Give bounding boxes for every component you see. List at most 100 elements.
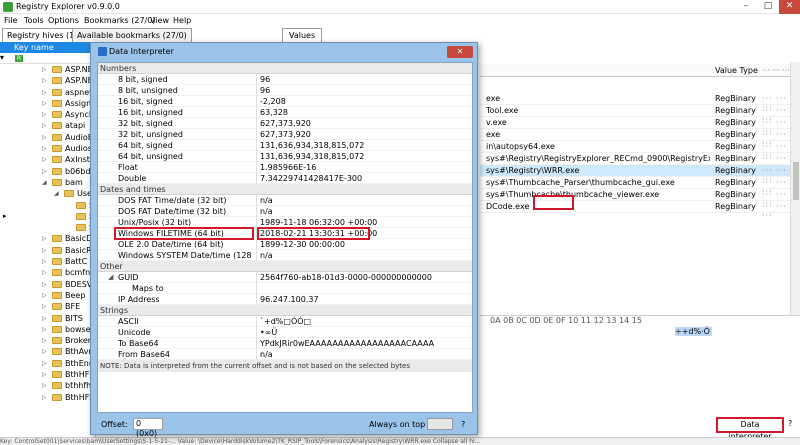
interpreter-row[interactable]: IP Address 96.247.100.37 (98, 294, 472, 305)
grid-scrollbar[interactable] (790, 62, 800, 315)
grid-row[interactable]: exe RegBinary ··· ··· ··· (480, 129, 800, 148)
tree-node[interactable]: ▷ Assigne (0, 98, 95, 109)
menu-tools[interactable]: Tools (24, 16, 44, 25)
interpreter-row[interactable]: OLE 2.0 Date/time (64 bit) 1899-12-30 00:… (98, 239, 472, 250)
section-dates[interactable]: Dates and times (98, 184, 472, 195)
expand-arrow-icon[interactable]: ▷ (42, 245, 47, 256)
tree-node[interactable]: ▷ BrokerI (0, 335, 95, 346)
tree-node[interactable]: ▷ BasicDis (0, 233, 95, 244)
interpreter-row[interactable]: 64 bit, signed 131,636,934,318,815,072 (98, 140, 472, 151)
dialog-title-bar[interactable]: Data Interpreter (97, 47, 174, 56)
grid-row[interactable]: sys#\Thumbcache\thumbcache_viewer.exe Reg… (480, 189, 800, 208)
expand-arrow-icon[interactable]: ▷ (42, 233, 47, 244)
expand-arrow-icon[interactable]: ◢ (108, 272, 113, 283)
interpreter-row[interactable]: DOS FAT Time/date (32 bit) n/a (98, 195, 472, 206)
tree-node[interactable]: ▷ BthAvrc (0, 346, 95, 357)
expand-arrow-icon[interactable]: ◢ (42, 177, 47, 188)
tree-node[interactable]: ▷ Beep (0, 290, 95, 301)
tree-node[interactable]: ▷ BthHFS (0, 392, 95, 403)
interpreter-row[interactable]: 32 bit, signed 627,373,920 (98, 118, 472, 129)
expand-arrow-icon[interactable]: ▷ (42, 358, 47, 369)
expand-arrow-icon[interactable]: ▷ (42, 109, 47, 120)
expand-arrow-icon[interactable]: ▷ (42, 132, 47, 143)
expand-arrow-icon[interactable]: ▷ (42, 87, 47, 98)
tree-node[interactable]: ▷ BattC (0, 256, 95, 267)
expand-arrow-icon[interactable]: ▷ (42, 120, 47, 131)
tree-node[interactable]: S- (0, 200, 95, 211)
interpreter-row[interactable]: 16 bit, unsigned 63,328 (98, 107, 472, 118)
expand-arrow-icon[interactable]: ▷ (42, 154, 47, 165)
interpreter-row[interactable]: 32 bit, unsigned 627,373,920 (98, 129, 472, 140)
tree-node[interactable]: S- (0, 222, 95, 233)
column-menu-icons[interactable]: ··· ··· ··· (762, 66, 790, 75)
tree-node[interactable]: ▷ BDESVC (0, 279, 95, 290)
interpreter-row[interactable]: To Base64 YPdkJRir0wEAAAAAAAAAAAAAAAAACAA… (98, 338, 472, 349)
hex-view[interactable]: 0A 0B 0C 0D 0E 0F 10 11 12 13 14 15 ÷+d%… (480, 315, 800, 415)
menu-bookmarks[interactable]: Bookmarks (27/0) (84, 16, 155, 25)
expand-arrow-icon[interactable]: ▷ (42, 98, 47, 109)
grid-row[interactable]: v.exe RegBinary ··· ··· ··· (480, 117, 800, 136)
grid-row[interactable]: DCode.exe RegBinary ··· ··· ··· (480, 201, 800, 220)
minimize-button[interactable]: – (735, 0, 757, 14)
interpreter-row[interactable]: Windows SYSTEM Date/time (128 bit) n/a (98, 250, 472, 261)
expand-arrow-icon[interactable]: ▷ (42, 324, 47, 335)
key-name-header[interactable]: Key name (0, 42, 95, 53)
grid-row[interactable]: Tool.exe RegBinary ··· ··· ··· (480, 105, 800, 124)
expand-arrow-icon[interactable]: ▷ (42, 166, 47, 177)
expand-arrow-icon[interactable]: ▷ (42, 64, 47, 75)
expand-arrow-icon[interactable]: ▷ (42, 256, 47, 267)
interpreter-row[interactable]: 8 bit, unsigned 96 (98, 85, 472, 96)
tree-node[interactable]: ▷ bcmfn2 (0, 267, 95, 278)
data-interpreter-button[interactable]: Data interpreter (716, 417, 784, 441)
always-on-top-toggle[interactable] (427, 418, 453, 430)
interpreter-row[interactable]: ◢ GUID 2564f760-ab18-01d3-0000-00000000000… (98, 272, 472, 283)
key-tree[interactable]: Key name ▾ R ▷ ASP.NE ▷ ASP.NE ▷ aspnet_ ▷ Assi… (0, 42, 96, 437)
grid-row[interactable]: sys#\Thumbcache_Parser\thumbcache_gui.ex… (480, 177, 800, 196)
tree-node[interactable]: ▷ AsyncM (0, 109, 95, 120)
value-type-column-header[interactable]: Value Type (715, 66, 758, 75)
tree-node[interactable]: S-▸ (0, 211, 95, 222)
section-numbers[interactable]: Numbers (98, 63, 472, 74)
grid-row[interactable]: sys#\Registry\WRR.exe RegBinary ··· ··· ··… (480, 165, 800, 184)
interpreter-row[interactable]: DOS FAT Date/time (32 bit) n/a (98, 206, 472, 217)
tree-filter-row[interactable]: ▾ R (0, 53, 95, 64)
tree-node[interactable]: ▷ BITS (0, 313, 95, 324)
expand-arrow-icon[interactable]: ▷ (42, 75, 47, 86)
tree-node[interactable]: ▷ aspnet_ (0, 87, 95, 98)
tree-node[interactable]: ▷ BFE (0, 301, 95, 312)
interpreter-row[interactable]: ASCII `+d%□ÓÓ□ (98, 316, 472, 327)
interpreter-row[interactable]: Maps to (98, 283, 472, 294)
expand-arrow-icon[interactable]: ▷ (42, 335, 47, 346)
tree-node[interactable]: ▷ Audiosr (0, 143, 95, 154)
interpreter-row[interactable]: Unicode •∞Ü (98, 327, 472, 338)
tree-node[interactable]: ◢ bam (0, 177, 95, 188)
interpreter-row[interactable]: 8 bit, signed 96 (98, 74, 472, 85)
expand-arrow-icon[interactable]: ▷ (42, 380, 47, 391)
interpreter-row[interactable]: Float 1.985966E-16 (98, 162, 472, 173)
grid-row[interactable]: exe RegBinary ··· ··· ··· (480, 93, 800, 112)
menu-help[interactable]: Help (173, 16, 191, 25)
expand-arrow-icon[interactable]: ▷ (42, 301, 47, 312)
maximize-button[interactable]: □ (757, 0, 779, 14)
interpreter-row[interactable]: Unix/Posix (32 bit) 1989-11-18 06:32:00 +… (98, 217, 472, 228)
expand-arrow-icon[interactable]: ▷ (42, 290, 47, 301)
expand-arrow-icon[interactable]: ▷ (42, 369, 47, 380)
menu-file[interactable]: File (4, 16, 17, 25)
interpreter-row[interactable]: 64 bit, unsigned 131,636,934,318,815,072 (98, 151, 472, 162)
tree-node[interactable]: ▷ AudioE (0, 132, 95, 143)
section-strings[interactable]: Strings (98, 305, 472, 316)
tree-node[interactable]: ▷ atapi (0, 120, 95, 131)
tree-node[interactable]: ▷ b06bdr (0, 166, 95, 177)
tab-registry-hives[interactable]: Registry hives (1) (2, 28, 83, 42)
tree-node[interactable]: ▷ BthEnu (0, 358, 95, 369)
interpreter-row[interactable]: 16 bit, signed -2,208 (98, 96, 472, 107)
tab-values[interactable]: Values (282, 28, 323, 42)
help-button[interactable]: ? (788, 419, 792, 428)
interpreter-row[interactable]: Double 7.34229741428417E-300 (98, 173, 472, 184)
values-grid[interactable]: Value Type ··· ··· ··· exe RegBinary ··· ·… (480, 42, 800, 315)
tree-node[interactable]: ◢UserS (0, 188, 95, 199)
close-button[interactable]: ✕ (779, 0, 800, 14)
dialog-close-button[interactable]: ✕ (447, 46, 473, 58)
interpreter-row[interactable]: Windows FILETIME (64 bit) 2018-02-21 13:3… (98, 227, 472, 240)
interpreter-row[interactable]: From Base64 n/a (98, 349, 472, 360)
